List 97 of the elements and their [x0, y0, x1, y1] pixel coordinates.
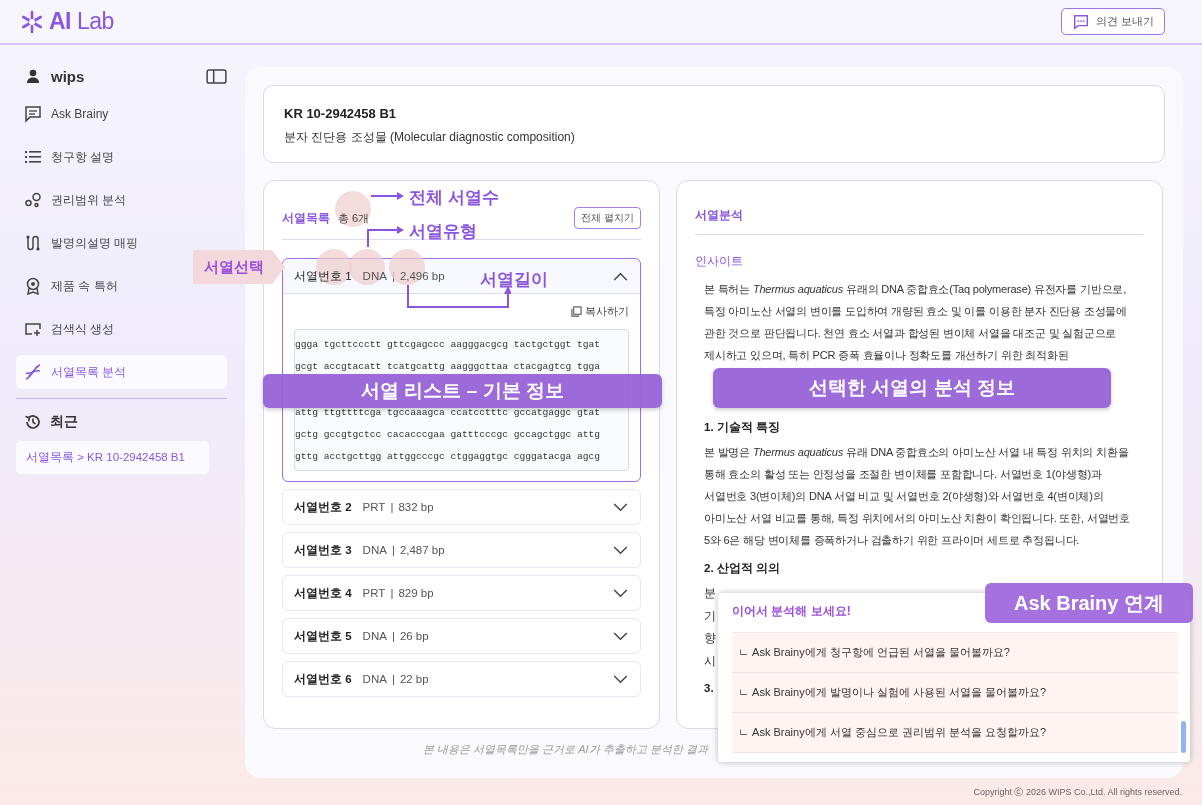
- chevron-down-icon[interactable]: [613, 502, 628, 512]
- history-icon: [24, 413, 42, 431]
- sequence-length: 829 bp: [398, 587, 434, 599]
- insight-paragraph: 본 특허는 Thermus aquaticus 유래의 DNA 중합효소(Taq polymerase) 유전자를 기반으로, 특정 아미노산 서열의 변이를 도입하여 개량된 효소 및 이를 이용한 분자 진단용 조성물에 관한 것으로 판단됩니다. 천연 효소 서열과 합성된 변이체 서열을 대조군 및 실험군으로 제시하고 있으며, 특히 PCR 증폭 효율이나 정확도를 개선하기 위한 최적화된: [704, 282, 1129, 363]
- chevron-down-icon[interactable]: [613, 631, 628, 641]
- annotation-banner: Ask Brainy 연계: [985, 583, 1193, 623]
- patent-number: KR 10-2942458 B1: [284, 106, 398, 121]
- annotation-arrow: [371, 191, 405, 201]
- sequence-label: 서열번호 3: [294, 542, 352, 558]
- expand-all-button[interactable]: 전체 펼치기: [574, 207, 641, 229]
- chevron-down-icon[interactable]: [613, 674, 628, 684]
- copy-button[interactable]: 복사하기: [571, 304, 629, 319]
- annotation-banner: 선택한 서열의 분석 정보: [713, 368, 1111, 408]
- dna-icon: [24, 363, 42, 381]
- chevron-up-icon[interactable]: [613, 271, 628, 281]
- sequence-label: 서열번호 1: [294, 268, 352, 284]
- logo-text[interactable]: AI Lab: [49, 8, 114, 35]
- feedback-button[interactable]: 의견 보내기: [1060, 8, 1165, 35]
- insight-heading: 인사이트: [695, 253, 744, 270]
- disclaimer-note: 본 내용은 서열목록만을 근거로 AI가 추출하고 분석한 결과: [422, 742, 710, 757]
- sequence-item-header[interactable]: 서열번호 6 DNA | 22 bp: [283, 662, 640, 696]
- sidebar-item[interactable]: 권리범위 분석: [16, 183, 227, 217]
- suggestion-item[interactable]: ㄴ Ask Brainy에게 서열 중심으로 권리범위 분석을 요청할까요?: [732, 713, 1178, 753]
- sequence-item-header[interactable]: 서열번호 5 DNA | 26 bp: [283, 619, 640, 653]
- sequence-line: attg ttgttttcga tgccaaagca ccatcctttc gccatgaggc gtat: [295, 406, 602, 420]
- sequence-type: PRT: [362, 587, 386, 599]
- sequence-type: DNA: [362, 673, 387, 685]
- sequence-type: DNA: [362, 544, 387, 556]
- text-fragment: 향: [704, 631, 716, 646]
- annotation-label: 서열길이: [479, 268, 548, 291]
- path-icon: [24, 234, 42, 252]
- section-heading: 2. 산업적 의의: [704, 561, 780, 576]
- sequence-line: gcgt accgtacatt tcatgcattg aagggcttaa ctacgagtcg tgga: [295, 360, 602, 374]
- screen-icon: [24, 320, 42, 338]
- recent-heading: 최근: [50, 413, 78, 431]
- sidebar-item[interactable]: 서열목록 분석: [16, 355, 227, 389]
- sidebar-item[interactable]: 검색식 생성: [16, 312, 227, 346]
- highlight-circle: [335, 191, 371, 227]
- chevron-down-icon[interactable]: [613, 545, 628, 555]
- separator: |: [391, 544, 395, 556]
- sequence-type: PRT: [362, 501, 386, 513]
- sequence-length: 2,487 bp: [399, 544, 445, 556]
- copyright-text: Copyright ⓒ 2026 WIPS Co.,Ltd. All rights reserved.: [973, 786, 1182, 799]
- suggestion-item[interactable]: ㄴ Ask Brainy에게 발명이나 실험에 사용된 서열을 물어볼까요?: [732, 673, 1178, 713]
- separator: |: [391, 673, 395, 685]
- sequence-type: DNA: [362, 270, 387, 282]
- chevron-down-icon[interactable]: [613, 588, 628, 598]
- sequence-line: gttg acctgcttgg attggcccgc ctggaggtgc cgggatacga agcg: [295, 450, 602, 464]
- sidebar-item[interactable]: Ask Brainy: [16, 97, 227, 131]
- sequence-line: ggga tgcttccctt gttcgagccc aagggacgcg tactgctggt tgat: [295, 338, 602, 352]
- sequence-label: 서열번호 6: [294, 671, 352, 687]
- sequence-count: 총 6개: [338, 210, 370, 226]
- copy-icon: [571, 306, 582, 317]
- sequence-label: 서열번호 2: [294, 499, 352, 515]
- text-fragment: 기: [704, 608, 716, 624]
- highlight-circle: [349, 249, 385, 285]
- chat-icon: [1071, 12, 1090, 31]
- user-icon: [25, 68, 41, 84]
- scrollbar-thumb[interactable]: [1181, 721, 1186, 753]
- annotation-tag: 서열선택: [193, 250, 285, 284]
- section-heading: 1. 기술적 특징: [704, 420, 780, 435]
- sidebar-item[interactable]: 청구항 설명: [16, 140, 227, 174]
- sidebar-toggle-icon[interactable]: [206, 68, 227, 84]
- separator: |: [390, 587, 394, 599]
- sequence-type: DNA: [362, 630, 387, 642]
- analysis-title: 서열분석: [695, 207, 743, 224]
- section-heading: 3.: [704, 682, 714, 694]
- patent-title: 분자 진단용 조성물 (Molecular diagnostic composition): [284, 129, 576, 146]
- annotation-banner: 서열 리스트 – 기본 정보: [263, 374, 662, 408]
- separator: |: [391, 630, 395, 642]
- snowflake-logo-icon: [20, 9, 44, 34]
- recent-item[interactable]: 서열목록 > KR 10-2942458 B1: [16, 441, 209, 474]
- sequence-length: 22 bp: [399, 673, 429, 685]
- annotation-arrow: [367, 225, 405, 247]
- sequence-line: gctg gccgtgctcc cacacccgaa gatttcccgc gccagctggc attg: [295, 428, 602, 442]
- sequence-label: 서열번호 5: [294, 628, 352, 644]
- sequence-length: 2,496 bp: [399, 270, 445, 282]
- annotation-label: 전체 서열수: [409, 187, 499, 209]
- award-icon: [24, 277, 42, 295]
- sequence-item-header[interactable]: 서열번호 2 PRT | 832 bp: [283, 490, 640, 524]
- numbered-list-icon: [24, 148, 42, 166]
- sequence-item-header[interactable]: 서열번호 3 DNA | 2,487 bp: [283, 533, 640, 567]
- separator: |: [391, 270, 395, 282]
- annotation-label: 서열유형: [409, 221, 477, 243]
- sequence-length: 26 bp: [399, 630, 429, 642]
- section-paragraph: 본 발명은 Thermus aquaticus 유래 DNA 중합효소의 아미노산 서열 내 특정 위치의 치환을 통해 효소의 활성 또는 안정성을 조절한 변이체를 포함합니다. 서열번호 1(야생형)과 서열번호 3(변이체)의 DNA 서열 비교 및 서열번호 2(야생형)와 서열번호 4(변이체)의 아미노산 서열 비교를 통해, 특정 위치에서의 아미노산 치환이 확인됩니다. 또한, 서열번호 5와 6은 해당 변이체를 증폭하거나 검출하기 위한 프라이머 세트로 추정됩니다.: [704, 445, 1131, 548]
- chat-icon: [24, 105, 42, 123]
- sequence-label: 서열번호 4: [294, 585, 352, 601]
- separator: |: [390, 501, 394, 513]
- sequence-length: 832 bp: [398, 501, 434, 513]
- sequence-list-title: 서열목록: [282, 209, 330, 227]
- suggestion-item[interactable]: ㄴ Ask Brainy에게 청구항에 언급된 서열을 물어볼까요?: [732, 633, 1178, 673]
- user-name: wips: [51, 67, 86, 85]
- text-fragment: 시: [704, 653, 716, 669]
- nodes-icon: [24, 191, 42, 209]
- sequence-item-header[interactable]: 서열번호 4 PRT | 829 bp: [283, 576, 640, 610]
- text-fragment: 분: [704, 586, 716, 601]
